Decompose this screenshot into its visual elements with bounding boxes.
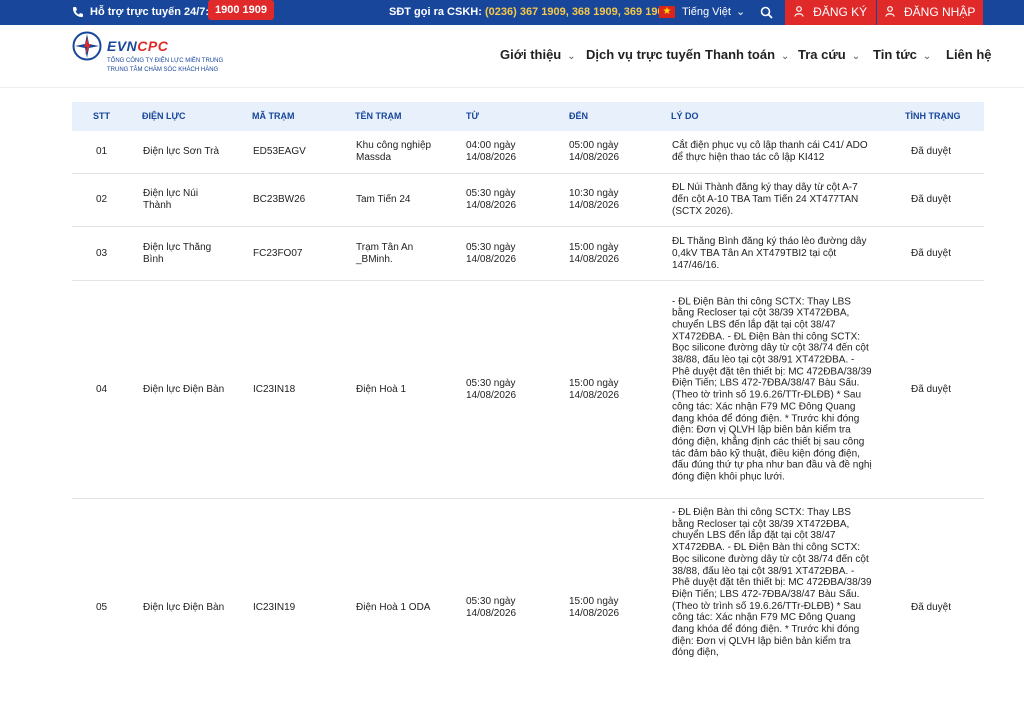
nav-label: Giới thiệu (500, 47, 562, 62)
cell-den: 15:00 ngày 14/08/2026 (569, 377, 620, 401)
col-tinh-trang: TÌNH TRẠNG (905, 111, 961, 121)
cell-dien-luc: Điện lực Sơn Trà (143, 146, 220, 157)
cell-ten-tram: Điện Hoà 1 (356, 383, 407, 395)
nav-dich-vu[interactable]: Dịch vụ trực tuyến (586, 47, 701, 62)
cell-tu: 05:30 ngày 14/08/2026 (466, 241, 517, 265)
support-label: Hỗ trợ trực tuyến 24/7: (90, 6, 210, 18)
brand-evn: EVN (107, 38, 138, 54)
cskh-numbers: (0236) 367 1909, 368 1909, 369 1909 (484, 6, 670, 18)
cell-dien-luc: Điện lực Thăng Bình (143, 241, 212, 265)
cell-tu: 05:30 ngày 14/08/2026 (466, 188, 517, 211)
cell-ma-tram: IC23IN19 (253, 602, 296, 613)
cell-stt: 04 (96, 383, 108, 395)
cskh-info: SĐT gọi ra CSKH: (0236) 367 1909, 368 19… (389, 0, 670, 25)
nav-gioi-thieu[interactable]: Giới thiệu ⌄ (500, 47, 576, 62)
cell-dien-luc: Điện lực Núi Thành (143, 188, 199, 211)
nav-tin-tuc[interactable]: Tin tức ⌄ (873, 47, 931, 62)
table-row: 05 Điện lực Điện Bàn IC23IN19 Điện Hoà 1… (72, 499, 984, 716)
cell-stt: 05 (96, 602, 108, 613)
vietnam-flag-icon: ★ (659, 6, 675, 18)
cell-tinh-trang: Đã duyệt (911, 383, 952, 395)
cell-ma-tram: FC23FO07 (253, 247, 303, 259)
cell-ly-do: ĐL Núi Thành đăng ký thay dây từ cột A-7… (672, 182, 859, 217)
search-icon[interactable] (760, 0, 776, 25)
cell-ten-tram: Trạm Tân An _BMinh. (356, 241, 414, 265)
cell-tu: 04:00 ngày 14/08/2026 (466, 140, 517, 163)
hotline-button[interactable]: 1900 1909 (208, 0, 274, 20)
chevron-down-icon: ⌄ (567, 51, 576, 62)
cell-tinh-trang: Đã duyệt (911, 146, 952, 157)
register-button[interactable]: ĐĂNG KÝ (785, 0, 876, 25)
cell-ten-tram: Tam Tiến 24 (356, 194, 411, 205)
col-ly-do: LÝ DO (671, 111, 699, 121)
cell-tinh-trang: Đã duyệt (911, 602, 952, 613)
nav-lien-he[interactable]: Liên hệ (946, 47, 992, 62)
language-selector[interactable]: Tiếng Việt (682, 0, 731, 25)
col-den: ĐẾN (569, 111, 589, 121)
col-ma-tram: MÃ TRẠM (252, 111, 295, 121)
table-row: 03 Điện lực Thăng Bình FC23FO07 Trạm Tân… (72, 227, 984, 281)
phone-icon (72, 0, 84, 25)
col-ten-tram: TÊN TRẠM (355, 111, 402, 121)
table-row: 02 Điện lực Núi Thành BC23BW26 Tam Tiến … (72, 174, 984, 227)
login-label: ĐĂNG NHẬP (904, 5, 976, 19)
evn-logo-icon[interactable] (72, 31, 102, 61)
site-header: EVNCPC TỔNG CÔNG TY ĐIỆN LỰC MIỀN TRUNG … (0, 25, 1024, 88)
nav-label: Thanh toán (705, 47, 776, 62)
cell-stt: 03 (96, 247, 108, 259)
table-row: 04 Điện lực Điện Bàn IC23IN18 Điện Hoà 1… (72, 281, 984, 499)
brand-name[interactable]: EVNCPC (107, 38, 168, 54)
cell-ly-do: - ĐL Điện Bàn thi công SCTX: Thay LBS bằ… (672, 507, 872, 659)
chevron-down-icon: ⌄ (781, 51, 790, 62)
cell-den: 15:00 ngày 14/08/2026 (569, 596, 620, 619)
cell-dien-luc: Điện lực Điện Bàn (143, 383, 225, 395)
cell-den: 10:30 ngày 14/08/2026 (569, 188, 620, 211)
cell-ma-tram: BC23BW26 (253, 194, 306, 205)
cell-ly-do: Cắt điện phục vụ cô lập thanh cái C41/ A… (672, 140, 868, 163)
cell-den: 15:00 ngày 14/08/2026 (569, 241, 620, 265)
top-bar: Hỗ trợ trực tuyến 24/7: 1900 1909 SĐT gọ… (0, 0, 1024, 25)
cell-stt: 02 (96, 194, 108, 205)
cell-tinh-trang: Đã duyệt (911, 247, 952, 259)
cell-ly-do: - ĐL Điện Bàn thi công SCTX: Thay LBS bằ… (672, 295, 872, 483)
nav-label: Tra cứu (798, 47, 846, 62)
col-dien-luc: ĐIỆN LỰC (142, 111, 186, 121)
table-header: STT ĐIỆN LỰC MÃ TRẠM TÊN TRẠM TỪ ĐẾN LÝ … (72, 102, 984, 131)
cell-den: 05:00 ngày 14/08/2026 (569, 140, 620, 163)
brand-cpc: CPC (137, 38, 169, 54)
brand-subtitle-1: TỔNG CÔNG TY ĐIỆN LỰC MIỀN TRUNG (107, 58, 224, 64)
cell-tu: 05:30 ngày 14/08/2026 (466, 377, 517, 401)
cell-ma-tram: IC23IN18 (253, 383, 296, 395)
cskh-label: SĐT gọi ra CSKH: (389, 6, 482, 18)
col-stt: STT (93, 111, 110, 121)
cell-stt: 01 (96, 146, 108, 157)
cell-ma-tram: ED53EAGV (253, 146, 306, 157)
user-icon (885, 5, 904, 19)
nav-label: Tin tức (873, 47, 917, 62)
cell-tinh-trang: Đã duyệt (911, 194, 952, 205)
cell-ly-do: ĐL Thăng Bình đăng ký tháo lèo đường dây… (672, 235, 867, 271)
chevron-down-icon[interactable]: ⌄ (736, 0, 745, 25)
table-row: 01 Điện lực Sơn Trà ED53EAGV Khu công ng… (72, 131, 984, 174)
brand-subtitle-2: TRUNG TÂM CHĂM SÓC KHÁCH HÀNG (107, 67, 219, 73)
col-tu: TỪ (466, 111, 479, 121)
nav-thanh-toan[interactable]: Thanh toán ⌄ (705, 47, 789, 62)
chevron-down-icon: ⌄ (851, 51, 861, 62)
nav-tra-cuu[interactable]: Tra cứu ⌄ (798, 47, 860, 62)
cell-ten-tram: Khu công nghiệp Massda (356, 140, 432, 163)
cell-dien-luc: Điện lực Điện Bàn (143, 602, 225, 613)
cell-tu: 05:30 ngày 14/08/2026 (466, 596, 517, 619)
user-icon (794, 5, 813, 19)
login-button[interactable]: ĐĂNG NHẬP (877, 0, 983, 25)
nav-label: Dịch vụ trực tuyến (586, 47, 701, 62)
cell-ten-tram: Điện Hoà 1 ODA (356, 602, 431, 613)
register-label: ĐĂNG KÝ (813, 5, 868, 19)
nav-label: Liên hệ (946, 47, 992, 62)
chevron-down-icon: ⌄ (922, 51, 932, 62)
